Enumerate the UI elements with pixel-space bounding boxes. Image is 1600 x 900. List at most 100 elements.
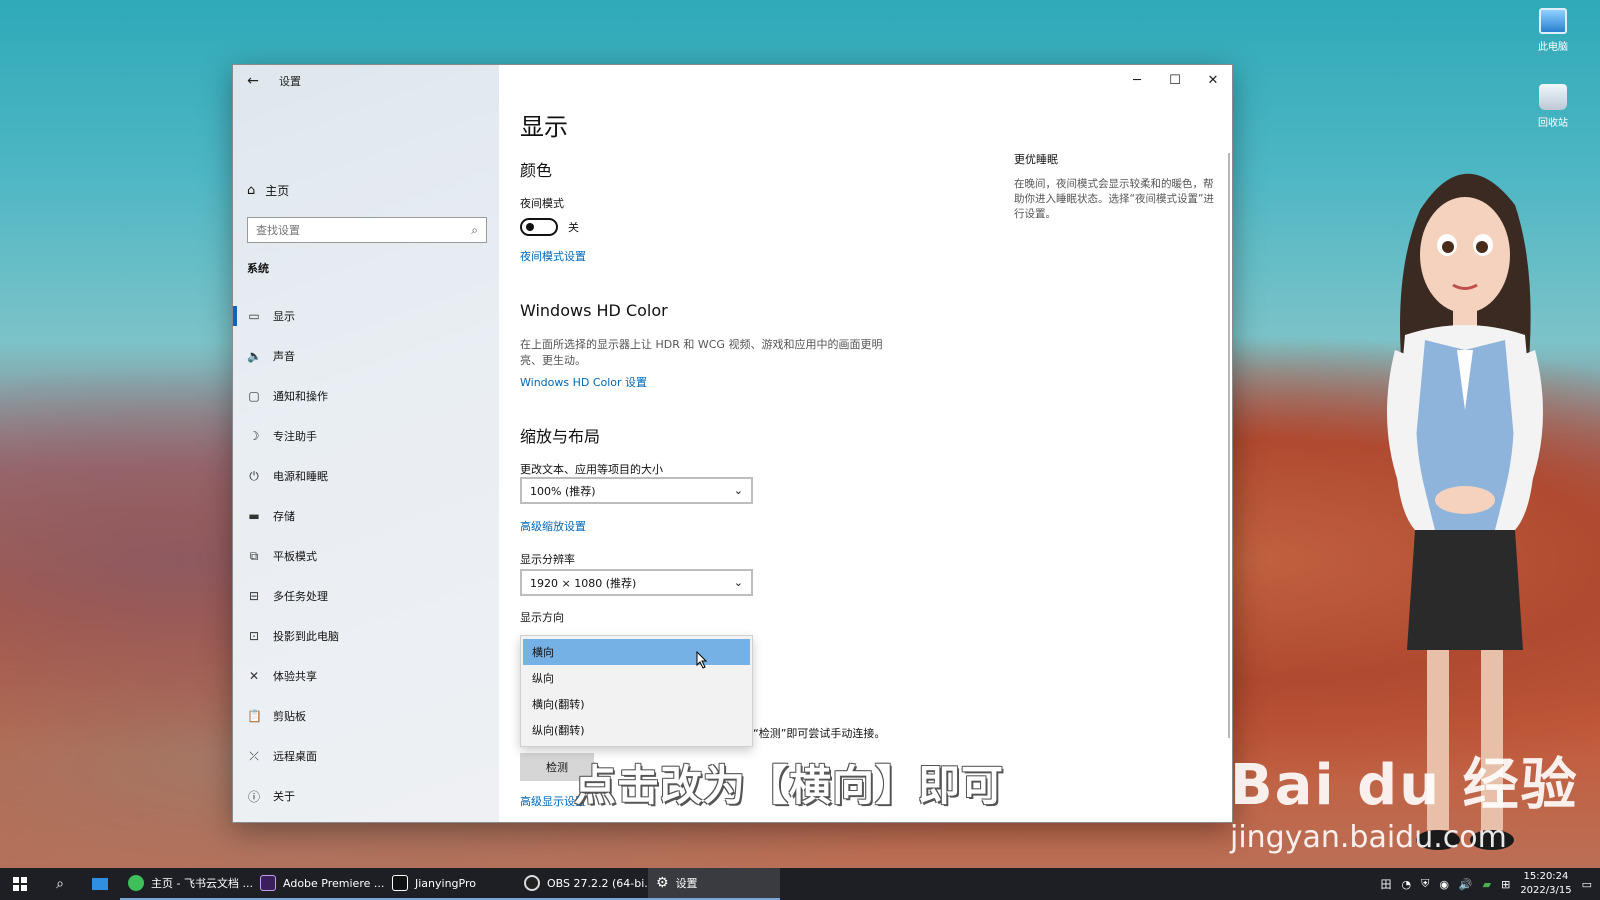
size-label: 更改文本、应用等项目的大小 bbox=[520, 463, 663, 476]
search-input[interactable] bbox=[256, 223, 436, 237]
monitor-icon: ▭ bbox=[248, 309, 260, 323]
taskbar-app-jianying[interactable]: JianyingPro bbox=[384, 868, 516, 900]
advanced-scaling-link[interactable]: 高级缩放设置 bbox=[520, 518, 586, 534]
power-icon: ⏻ bbox=[249, 468, 259, 483]
hdr-description: 在上面所选择的显示器上让 HDR 和 WCG 视频、游戏和应用中的画面更明亮、更… bbox=[520, 338, 883, 367]
taskbar-app-premiere[interactable]: Adobe Premiere ... bbox=[252, 868, 384, 900]
taskbar: ⌕ 主页 - 飞书云文档 ... Adobe Premiere ... Jian… bbox=[0, 868, 1600, 900]
taskbar-app-label: Adobe Premiere ... bbox=[283, 876, 384, 890]
obs-icon bbox=[524, 875, 540, 891]
desktop-icon-label: 回收站 bbox=[1538, 118, 1568, 129]
sidebar-item-multitasking[interactable]: ⊟ 多任务处理 bbox=[233, 576, 499, 616]
shield-icon[interactable]: ⛨ bbox=[1421, 877, 1429, 891]
sidebar-item-label: 远程桌面 bbox=[273, 750, 317, 763]
sidebar-item-power[interactable]: ⏻ 电源和睡眠 bbox=[233, 456, 499, 496]
sidebar-item-label: 关于 bbox=[273, 790, 295, 803]
input-method-icon[interactable]: ⊞ bbox=[1501, 878, 1510, 891]
sidebar-item-notifications[interactable]: ▢ 通知和操作 bbox=[233, 376, 499, 416]
desktop-icon-this-pc[interactable]: 此电脑 bbox=[1525, 8, 1581, 53]
sidebar-item-label: 平板模式 bbox=[273, 550, 317, 563]
resolution-select[interactable]: 1920 × 1080 (推荐) ⌄ bbox=[520, 569, 753, 596]
toggle-switch[interactable] bbox=[520, 218, 558, 236]
night-mode-toggle[interactable]: 关 bbox=[520, 218, 579, 236]
page-title: 显示 bbox=[520, 113, 568, 141]
taskbar-app-label: OBS 27.2.2 (64-bi... bbox=[547, 876, 648, 890]
scrollbar[interactable] bbox=[1228, 153, 1230, 738]
search-icon[interactable]: ⌕ bbox=[471, 223, 478, 238]
tablet-icon: ⧉ bbox=[249, 548, 259, 563]
project-icon: ⊡ bbox=[248, 629, 260, 643]
sidebar-item-clipboard[interactable]: 📋 剪贴板 bbox=[233, 696, 499, 736]
orientation-option[interactable]: 横向 bbox=[523, 639, 750, 665]
sidebar-item-about[interactable]: ⓘ 关于 bbox=[233, 776, 499, 816]
sidebar-item-projecting[interactable]: ⊡ 投影到此电脑 bbox=[233, 616, 499, 656]
taskbar-app-settings[interactable]: ⚙ 设置 bbox=[648, 868, 780, 900]
titlebar: ← 设置 bbox=[233, 65, 499, 97]
orientation-option[interactable]: 横向(翻转) bbox=[523, 691, 750, 717]
computer-icon bbox=[1539, 8, 1567, 34]
sidebar-item-storage[interactable]: ▬ 存储 bbox=[233, 496, 499, 536]
share-icon: ✕ bbox=[248, 669, 260, 683]
sidebar-item-tablet[interactable]: ⧉ 平板模式 bbox=[233, 536, 499, 576]
sidebar-item-label: 专注助手 bbox=[273, 430, 317, 443]
orientation-option[interactable]: 纵向 bbox=[523, 665, 750, 691]
network-icon[interactable]: ◔ bbox=[1401, 878, 1411, 891]
baidu-watermark: Bai du 经验 jingyan.baidu.com bbox=[1230, 753, 1579, 856]
size-select[interactable]: 100% (推荐) ⌄ bbox=[520, 477, 753, 504]
sidebar-item-display[interactable]: ▭ 显示 bbox=[233, 296, 499, 336]
taskbar-app-obs[interactable]: OBS 27.2.2 (64-bi... bbox=[516, 868, 648, 900]
sidebar-item-shared-experiences[interactable]: ✕ 体验共享 bbox=[233, 656, 499, 696]
avatar-character bbox=[1387, 173, 1543, 850]
sidebar-item-remote-desktop[interactable]: ⤫ 远程桌面 bbox=[233, 736, 499, 776]
obs-tray-icon[interactable]: ◉ bbox=[1439, 878, 1449, 891]
taskbar-explorer-button[interactable] bbox=[80, 868, 120, 900]
premiere-icon bbox=[260, 875, 276, 891]
toggle-state: 关 bbox=[568, 221, 579, 234]
toggle-knob bbox=[526, 223, 534, 231]
taskbar-app-label: JianyingPro bbox=[415, 876, 476, 890]
color-heading: 颜色 bbox=[520, 161, 553, 180]
folder-icon bbox=[92, 878, 108, 890]
taskbar-app-label: 设置 bbox=[675, 877, 698, 890]
orientation-option[interactable]: 纵向(翻转) bbox=[523, 717, 750, 743]
chevron-down-icon: ⌄ bbox=[733, 484, 743, 497]
info-icon: ⓘ bbox=[247, 789, 260, 804]
hdr-settings-link[interactable]: Windows HD Color 设置 bbox=[520, 374, 647, 390]
sidebar-item-home[interactable]: ⌂ 主页 bbox=[247, 182, 289, 199]
start-button[interactable] bbox=[0, 868, 40, 900]
clock[interactable]: 15:20:24 2022/3/15 bbox=[1520, 870, 1571, 898]
sidebar: ← 设置 ⌂ 主页 ⌕ 系统 ▭ 显示 🔈 声音 ▢ 通知和操作 ☽ 专注助手 ⏻ 电源和… bbox=[233, 65, 499, 822]
desktop-icon-recycle-bin[interactable]: 回收站 bbox=[1525, 84, 1581, 129]
settings-window: ← 设置 ⌂ 主页 ⌕ 系统 ▭ 显示 🔈 声音 ▢ 通知和操作 ☽ 专注助手 ⏻ 电源和… bbox=[232, 64, 1233, 823]
notification-icon[interactable]: ▭ bbox=[1582, 878, 1592, 891]
taskbar-search-button[interactable]: ⌕ bbox=[40, 868, 80, 900]
home-icon: ⌂ bbox=[247, 183, 256, 198]
ime-icon[interactable]: 田 bbox=[1380, 876, 1391, 892]
volume-icon[interactable]: 🔊 bbox=[1459, 878, 1473, 891]
main-content: 显示 颜色 夜间模式 关 夜间模式设置 Windows HD Color 在上面… bbox=[520, 65, 1232, 822]
window-title: 设置 bbox=[279, 75, 301, 88]
windows-logo-icon bbox=[13, 877, 27, 891]
system-tray: 田 ◔ ⛨ ◉ 🔊 ▰ ⊞ 15:20:24 2022/3/15 ▭ bbox=[1380, 870, 1600, 898]
hdr-heading: Windows HD Color bbox=[520, 301, 668, 320]
storage-icon: ▬ bbox=[248, 509, 260, 523]
moon-icon: ☽ bbox=[248, 429, 260, 443]
taskbar-app-label: 主页 - 飞书云文档 ... bbox=[151, 877, 252, 890]
sidebar-item-sound[interactable]: 🔈 声音 bbox=[233, 336, 499, 376]
search-icon: ⌕ bbox=[56, 876, 64, 892]
baidu-logo: Bai du 经验 bbox=[1230, 753, 1579, 818]
night-mode-settings-link[interactable]: 夜间模式设置 bbox=[520, 248, 586, 264]
message-icon: ▢ bbox=[248, 389, 260, 403]
search-field[interactable]: ⌕ bbox=[247, 217, 487, 243]
gear-icon: ⚙ bbox=[656, 875, 669, 891]
sidebar-item-focus-assist[interactable]: ☽ 专注助手 bbox=[233, 416, 499, 456]
app-tray-icon[interactable]: ▰ bbox=[1483, 878, 1491, 891]
taskbar-app-feishu[interactable]: 主页 - 飞书云文档 ... bbox=[120, 868, 252, 900]
resolution-value: 1920 × 1080 (推荐) bbox=[530, 576, 637, 590]
section-label: 系统 bbox=[247, 262, 269, 275]
sidebar-item-label: 电源和睡眠 bbox=[273, 470, 328, 483]
resolution-label: 显示分辨率 bbox=[520, 553, 575, 566]
night-mode-label: 夜间模式 bbox=[520, 197, 564, 210]
clipboard-icon: 📋 bbox=[247, 709, 262, 723]
back-button[interactable]: ← bbox=[233, 65, 273, 97]
